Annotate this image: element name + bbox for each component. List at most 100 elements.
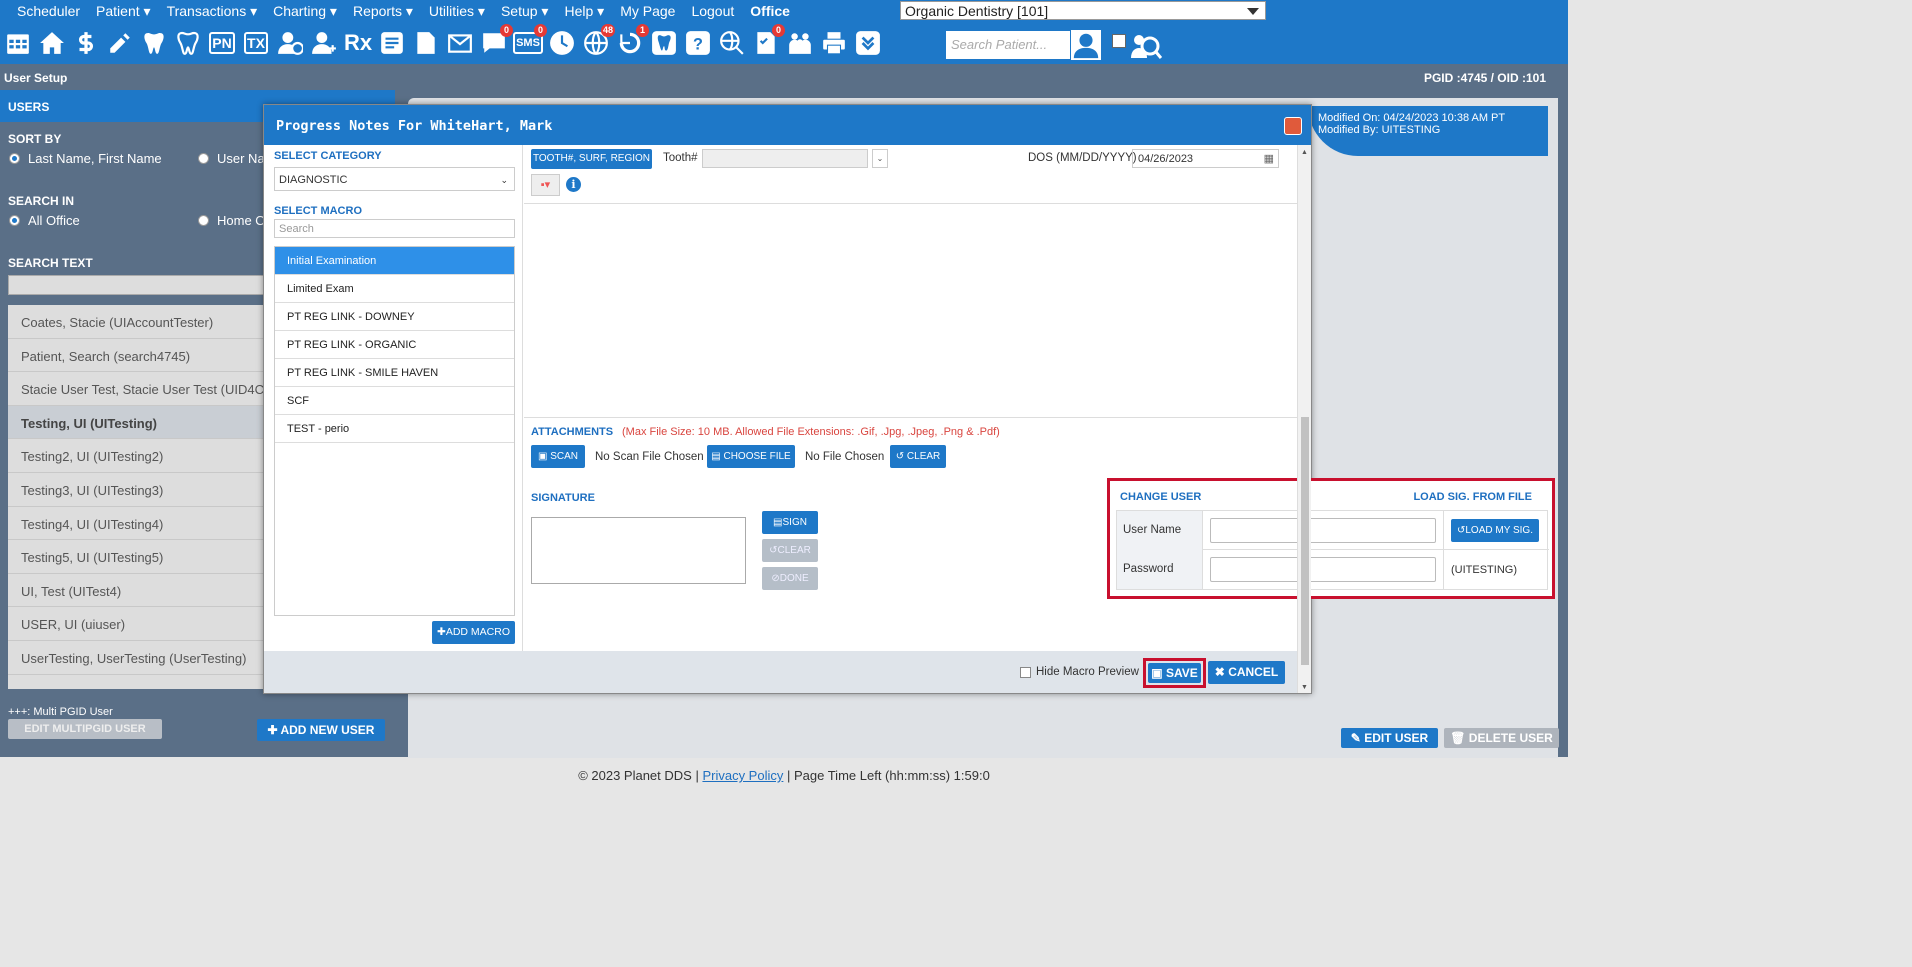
user-row[interactable]: USER, UI (uiuser)	[8, 607, 270, 641]
signature-done-button[interactable]: ⊘DONE	[762, 567, 818, 590]
menu-help[interactable]: Help ▾	[556, 3, 612, 20]
user-row-selected[interactable]: Testing, UI (UITesting)	[8, 405, 270, 440]
menu-patient[interactable]: Patient ▾	[88, 3, 159, 20]
tx-icon[interactable]: TX	[241, 28, 271, 58]
macro-item[interactable]: PT REG LINK - SMILE HAVEN	[275, 359, 514, 387]
save-button[interactable]: ▣ SAVE	[1148, 663, 1201, 683]
macro-item[interactable]: TEST - perio	[275, 415, 514, 443]
menu-utilities[interactable]: Utilities ▾	[421, 3, 493, 20]
user-row[interactable]: Testing2, UI (UITesting2)	[8, 439, 270, 473]
sign-button[interactable]: ▤SIGN	[762, 511, 818, 534]
home-icon[interactable]	[37, 28, 67, 58]
tooth-dropdown-chevron-icon[interactable]: ⌄	[872, 149, 888, 168]
tooth-surf-region-button[interactable]: TOOTH#, SURF, REGION	[531, 149, 652, 169]
info-icon[interactable]: i	[566, 177, 581, 192]
patient-search-button[interactable]	[1070, 29, 1102, 61]
edit-multipgid-button[interactable]: EDIT MULTIPGID USER	[8, 719, 162, 739]
search-all-office-radio[interactable]: All Office	[9, 213, 80, 228]
checklist-icon[interactable]: 0	[751, 24, 785, 58]
dollar-icon[interactable]	[71, 28, 101, 58]
user-row[interactable]: Testing3, UI (UITesting3)	[8, 473, 270, 507]
scroll-up-icon[interactable]: ▲	[1301, 149, 1308, 156]
user-row[interactable]: UserTesting, UserTesting (UserTesting)	[8, 641, 270, 675]
pn-icon[interactable]: PN	[207, 28, 237, 58]
menu-logout[interactable]: Logout	[683, 3, 742, 19]
search-checkbox[interactable]	[1112, 34, 1126, 48]
office-select[interactable]: Organic Dentistry [101]	[900, 1, 1266, 20]
user-row[interactable]: Patient, Search (search4745)	[8, 339, 270, 373]
user-row[interactable]: UI, Test (UITest4)	[8, 574, 270, 608]
macro-item[interactable]: PT REG LINK - DOWNEY	[275, 303, 514, 331]
load-sig-from-file-link[interactable]: LOAD SIG. FROM FILE	[1413, 491, 1532, 503]
download-icon[interactable]	[853, 28, 883, 58]
calendar-icon[interactable]	[3, 28, 33, 58]
menu-scheduler[interactable]: Scheduler	[0, 3, 88, 19]
search-home-office-radio[interactable]: Home O	[198, 213, 265, 228]
search-text-input[interactable]	[8, 275, 268, 295]
footer: © 2023 Planet DDS | Privacy Policy | Pag…	[0, 764, 1568, 793]
macro-preview-area[interactable]	[524, 203, 1298, 418]
people-search-icon[interactable]	[1130, 30, 1163, 62]
tooth-blue-icon[interactable]	[649, 28, 679, 58]
tooth-question-icon[interactable]: ?	[683, 28, 713, 58]
menu-charting[interactable]: Charting ▾	[265, 3, 345, 20]
cancel-button[interactable]: ✖ CANCEL	[1208, 661, 1285, 684]
edit-icon[interactable]	[105, 28, 135, 58]
load-my-sig-button[interactable]: ↺LOAD MY SIG.	[1451, 519, 1539, 542]
sort-username-radio[interactable]: User Na	[198, 151, 265, 166]
macro-item-selected[interactable]: Initial Examination	[275, 247, 514, 275]
dos-date-input[interactable]: 04/26/2023 ▦	[1132, 149, 1279, 168]
search-patient-input[interactable]: Search Patient...	[946, 31, 1070, 59]
recall-icon[interactable]: 1	[615, 24, 649, 58]
user-row[interactable]: Stacie User Test, Stacie User Test (UID4…	[8, 372, 270, 406]
choose-file-button[interactable]: ▤ CHOOSE FILE	[707, 445, 795, 468]
sort-lastname-radio[interactable]: Last Name, First Name	[9, 151, 162, 166]
user-row[interactable]: Testing5, UI (UITesting5)	[8, 540, 270, 574]
hide-macro-preview-checkbox[interactable]	[1020, 667, 1031, 678]
clear-attachment-button[interactable]: ↺ CLEAR	[890, 445, 946, 468]
menu-my-page[interactable]: My Page	[612, 3, 683, 19]
print-icon[interactable]	[819, 28, 849, 58]
user-row[interactable]: Coates, Stacie (UIAccountTester)	[8, 305, 270, 339]
signature-pad[interactable]	[531, 517, 746, 584]
category-select[interactable]: DIAGNOSTIC ⌄	[274, 167, 515, 191]
rx-icon[interactable]: Rx	[343, 28, 373, 58]
chat-icon[interactable]: 0	[479, 24, 513, 58]
menu-transactions[interactable]: Transactions ▾	[159, 3, 266, 20]
macro-item[interactable]: Limited Exam	[275, 275, 514, 303]
email-icon[interactable]	[445, 28, 475, 58]
user-name-input[interactable]	[1210, 518, 1436, 543]
macro-item[interactable]: SCF	[275, 387, 514, 415]
document-icon[interactable]	[411, 28, 441, 58]
user-row[interactable]: Testing4, UI (UITesting4)	[8, 507, 270, 541]
macro-item[interactable]: PT REG LINK - ORGANIC	[275, 331, 514, 359]
edit-user-button[interactable]: ✎ EDIT USER	[1341, 728, 1438, 748]
privacy-policy-link[interactable]: Privacy Policy	[702, 768, 783, 783]
globe-icon[interactable]: 48	[581, 24, 615, 58]
tooth-input[interactable]	[702, 149, 868, 168]
password-input[interactable]	[1210, 557, 1436, 582]
add-patient-icon[interactable]	[275, 28, 305, 58]
signature-clear-button[interactable]: ↺CLEAR	[762, 539, 818, 562]
tooth-icon[interactable]	[139, 28, 169, 58]
delete-user-button[interactable]: 🗑 DELETE USER	[1444, 728, 1559, 748]
macro-search-input[interactable]: Search	[274, 219, 515, 238]
sms-icon[interactable]: SMS 0	[513, 24, 547, 58]
menu-setup[interactable]: Setup ▾	[493, 3, 557, 20]
tooth-outline-icon[interactable]	[173, 28, 203, 58]
notes-icon[interactable]	[377, 28, 407, 58]
add-user-icon[interactable]	[309, 28, 339, 58]
grid-menu-icon[interactable]: ▪▾	[531, 174, 560, 196]
add-macro-button[interactable]: ✚ADD MACRO	[432, 621, 515, 644]
scroll-down-icon[interactable]: ▼	[1301, 684, 1308, 691]
calendar-icon[interactable]: ▦	[1264, 152, 1274, 165]
menu-reports[interactable]: Reports ▾	[345, 3, 421, 20]
modal-scrollbar[interactable]: ▲ ▼	[1297, 145, 1311, 693]
add-new-user-button[interactable]: ✚ ADD NEW USER	[257, 719, 385, 741]
close-icon[interactable]	[1284, 117, 1302, 135]
family-icon[interactable]	[785, 28, 815, 58]
clock-icon[interactable]	[547, 28, 577, 58]
scrollbar-thumb[interactable]	[1301, 417, 1309, 665]
web-search-icon[interactable]	[717, 28, 747, 58]
scan-button[interactable]: ▣ SCAN	[531, 445, 585, 468]
